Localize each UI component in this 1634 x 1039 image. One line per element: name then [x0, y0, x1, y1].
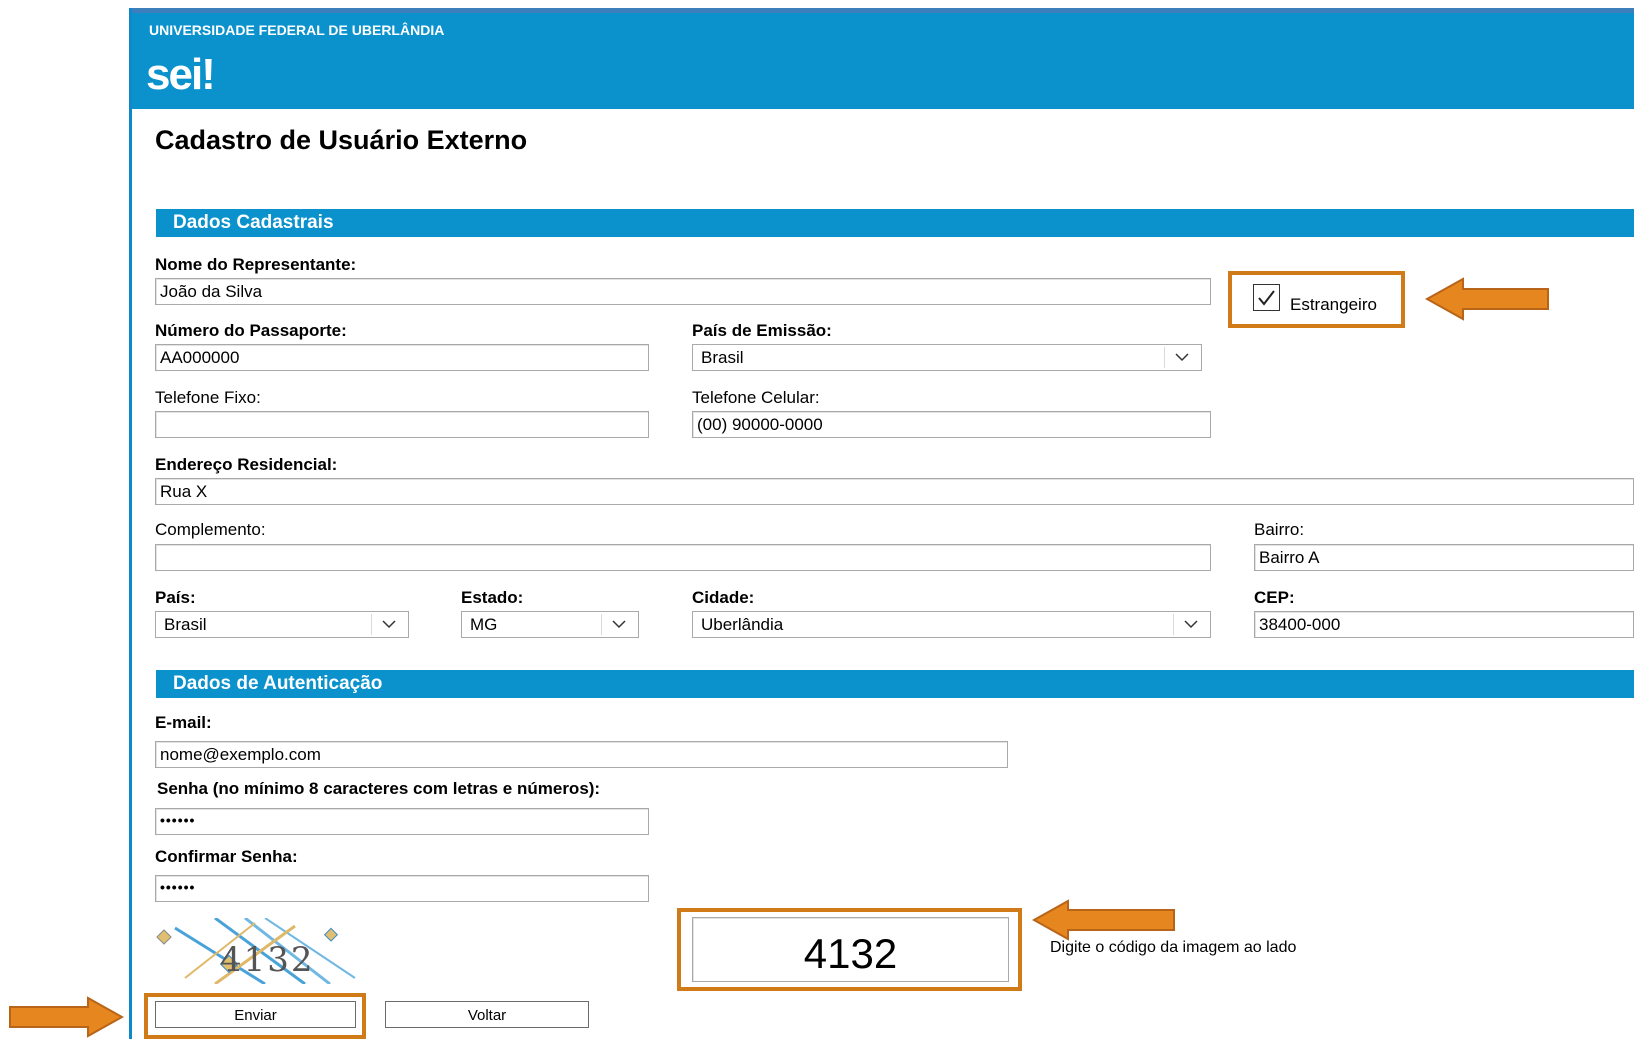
pais-emissao-label: País de Emissão:	[692, 321, 832, 340]
complemento-input[interactable]	[155, 544, 1211, 571]
nome-label: Nome do Representante:	[155, 255, 357, 274]
section-dados-autenticacao: Dados de Autenticação	[156, 670, 1634, 698]
bairro-input[interactable]: Bairro A	[1254, 544, 1634, 571]
cidade-value: Uberlândia	[701, 615, 784, 634]
section-dados-cadastrais: Dados Cadastrais	[156, 209, 1634, 237]
senha-input[interactable]: ••••••	[155, 808, 649, 835]
bairro-label: Bairro:	[1254, 520, 1305, 539]
chevron-down-icon[interactable]	[371, 614, 406, 635]
estado-label: Estado:	[461, 588, 524, 607]
cidade-select[interactable]: Uberlândia	[692, 611, 1211, 638]
cidade-label: Cidade:	[692, 588, 755, 607]
telefone-fixo-input[interactable]	[155, 411, 649, 438]
complemento-label: Complemento:	[155, 520, 266, 539]
arrow-pointing-checkbox-icon	[1425, 277, 1549, 321]
captcha-image: 4132	[155, 918, 360, 984]
telefone-celular-label: Telefone Celular:	[692, 388, 820, 407]
app-left-border	[129, 8, 132, 1039]
checkmark-icon	[1258, 290, 1275, 306]
telefone-fixo-label: Telefone Fixo:	[155, 388, 261, 407]
captcha-input[interactable]: 4132	[692, 917, 1009, 982]
endereco-input[interactable]: Rua X	[155, 478, 1634, 505]
confirmar-senha-input[interactable]: ••••••	[155, 875, 649, 902]
pais-value: Brasil	[164, 615, 207, 634]
cep-label: CEP:	[1254, 588, 1295, 607]
nome-input[interactable]: João da Silva	[155, 278, 1211, 305]
pais-emissao-select[interactable]: Brasil	[692, 344, 1202, 371]
passaporte-label: Número do Passaporte:	[155, 321, 347, 340]
sei-logo[interactable]: sei!	[146, 50, 216, 100]
pais-emissao-value: Brasil	[701, 348, 744, 367]
telefone-celular-input[interactable]: (00) 90000-0000	[692, 411, 1211, 438]
estado-value: MG	[470, 615, 498, 634]
chevron-down-icon[interactable]	[601, 614, 636, 635]
arrow-pointing-enviar-icon	[9, 996, 124, 1038]
chevron-down-icon[interactable]	[1164, 347, 1199, 368]
pais-label: País:	[155, 588, 196, 607]
arrow-pointing-captcha-icon	[1032, 899, 1175, 941]
estado-select[interactable]: MG	[461, 611, 639, 638]
header-top-stripe	[132, 8, 1634, 13]
estrangeiro-label: Estrangeiro	[1290, 295, 1377, 314]
enviar-button[interactable]: Enviar	[155, 1001, 356, 1028]
estrangeiro-checkbox[interactable]	[1253, 284, 1280, 311]
cep-input[interactable]: 38400-000	[1254, 611, 1634, 638]
endereco-label: Endereço Residencial:	[155, 455, 338, 474]
passaporte-input[interactable]: AA000000	[155, 344, 649, 371]
email-label: E-mail:	[155, 713, 212, 732]
chevron-down-icon[interactable]	[1173, 614, 1208, 635]
confirmar-senha-label: Confirmar Senha:	[155, 847, 298, 866]
email-input[interactable]: nome@exemplo.com	[155, 741, 1008, 768]
captcha-image-text: 4132	[220, 940, 315, 980]
pais-select[interactable]: Brasil	[155, 611, 409, 638]
captcha-hint: Digite o código da imagem ao lado	[1050, 939, 1297, 956]
page-title: Cadastro de Usuário Externo	[155, 125, 528, 155]
senha-label: Senha (no mínimo 8 caracteres com letras…	[157, 779, 601, 798]
voltar-button[interactable]: Voltar	[385, 1001, 589, 1028]
university-name: UNIVERSIDADE FEDERAL DE UBERLÂNDIA	[149, 22, 445, 38]
